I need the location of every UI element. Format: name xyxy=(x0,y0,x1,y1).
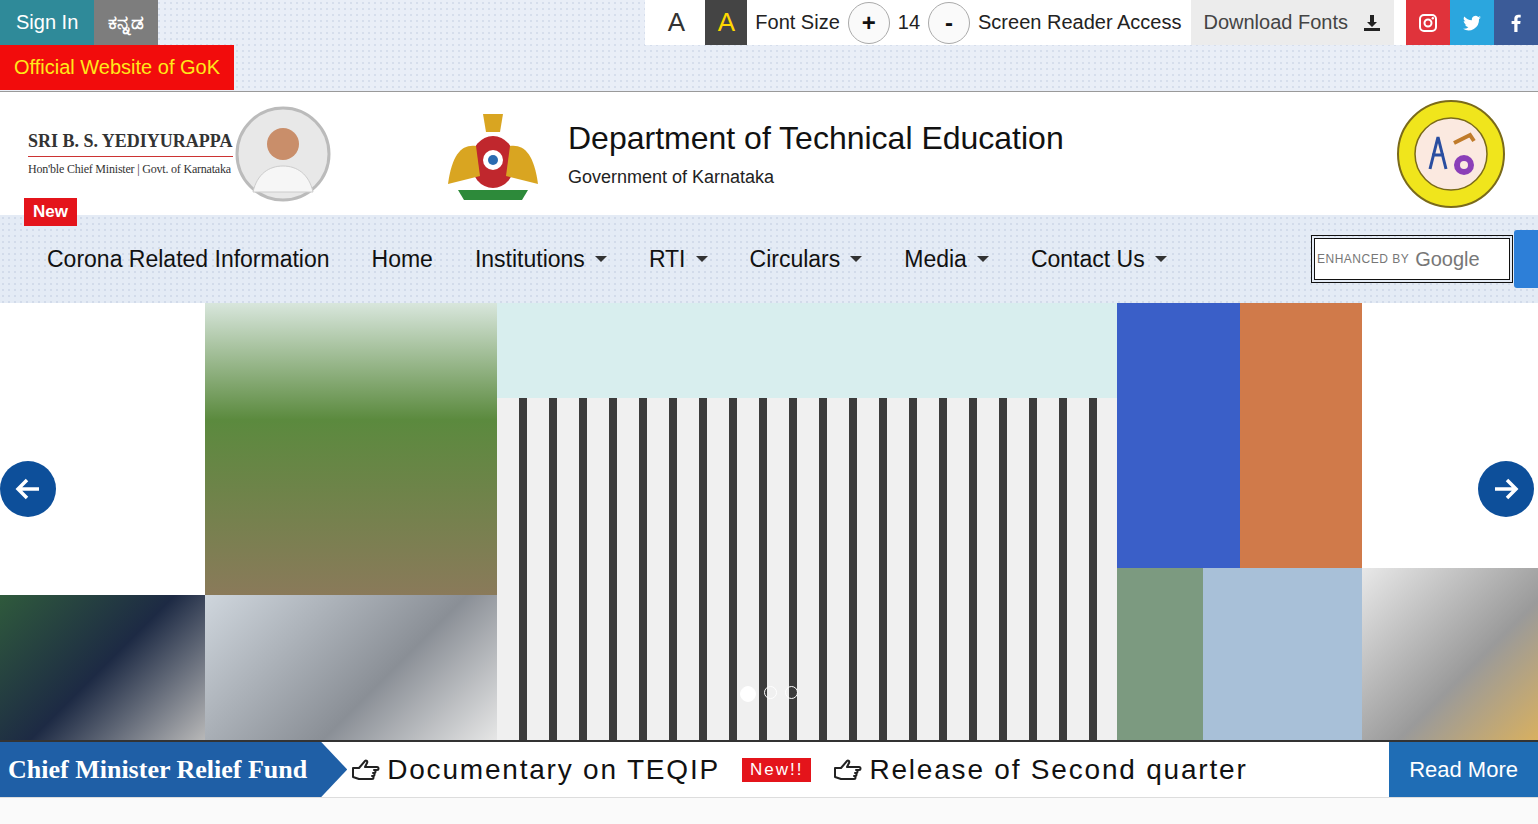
site-header: SRI B. S. YEDIYURAPPAHon'ble Chief Minis… xyxy=(0,92,1538,215)
instagram-icon xyxy=(1418,13,1438,33)
next-slide-button[interactable] xyxy=(1478,461,1534,517)
font-size-value: 14 xyxy=(898,11,920,34)
slide-dots xyxy=(0,686,1538,702)
download-icon xyxy=(1362,13,1382,33)
font-size-label: Font Size xyxy=(755,11,839,34)
search-input[interactable]: ENHANCED BYGoogle xyxy=(1314,238,1510,280)
search-button[interactable] xyxy=(1514,230,1538,288)
facebook-icon xyxy=(1506,13,1526,33)
cm-title: Hon'ble Chief Minister | Govt. of Karnat… xyxy=(28,157,233,177)
arrow-left-icon xyxy=(13,474,43,504)
previous-slide-button[interactable] xyxy=(0,461,56,517)
nav-item[interactable]: Contact Us xyxy=(1031,246,1167,273)
ticker-label[interactable]: Chief Minister Relief Fund xyxy=(0,742,347,797)
search-box: ENHANCED BYGoogle xyxy=(1314,230,1538,288)
instagram-link[interactable] xyxy=(1406,0,1450,45)
caret-icon xyxy=(977,256,989,262)
download-fonts-link[interactable]: Download Fonts xyxy=(1191,0,1394,45)
dte-logo-icon xyxy=(1396,99,1506,209)
cm-name: SRI B. S. YEDIYURAPPA xyxy=(28,131,233,157)
ticker-link[interactable]: Release of Second quarter xyxy=(833,754,1247,786)
font-decrease-button[interactable]: - xyxy=(928,2,970,44)
sign-in-button[interactable]: Sign In xyxy=(0,0,94,45)
facebook-link[interactable] xyxy=(1494,0,1538,45)
nav-item[interactable]: Institutions xyxy=(475,246,607,273)
new-badge: New!! xyxy=(742,758,811,782)
top-left: Sign Inಕನ್ನಡOfficial Website of GoK xyxy=(0,0,234,91)
karnataka-emblem-icon xyxy=(438,104,548,204)
department-title: Department of Technical Education xyxy=(568,120,1064,157)
page-bottom xyxy=(0,797,1538,824)
nav-item[interactable]: Media xyxy=(904,246,989,273)
screen-reader-link[interactable]: Screen Reader Access xyxy=(978,11,1183,34)
slide-dot[interactable] xyxy=(764,686,777,699)
caret-icon xyxy=(595,256,607,262)
slide-dot[interactable] xyxy=(740,686,756,702)
nav-item[interactable]: RTI xyxy=(649,246,708,273)
caret-icon xyxy=(696,256,708,262)
pointing-hand-icon xyxy=(833,758,863,782)
twitter-icon xyxy=(1462,13,1482,33)
caret-icon xyxy=(850,256,862,262)
nav-item[interactable]: Circulars xyxy=(750,246,863,273)
nav-item[interactable]: Home xyxy=(372,246,433,273)
department-brand[interactable]: Department of Technical Education Governm… xyxy=(438,104,1396,204)
nav-item[interactable]: NewCorona Related Information xyxy=(47,246,330,273)
font-increase-button[interactable]: + xyxy=(848,2,890,44)
pointing-hand-icon xyxy=(351,758,381,782)
accessibility-toolbar: AA Font Size +14-Screen Reader Access Downl… xyxy=(645,0,1538,45)
cm-photo-icon xyxy=(235,106,331,202)
arrow-right-icon xyxy=(1491,474,1521,504)
banner-photo xyxy=(0,303,1538,740)
contrast-button[interactable]: A xyxy=(655,0,697,45)
official-website-label[interactable]: Official Website of GoK xyxy=(0,45,234,90)
contrast-button[interactable]: A xyxy=(705,0,747,45)
banner-carousel xyxy=(0,303,1538,740)
caret-icon xyxy=(1155,256,1167,262)
top-bar: Sign Inಕನ್ನಡOfficial Website of GoK AA Fon… xyxy=(0,0,1538,92)
new-badge: New xyxy=(24,198,77,226)
page: Sign Inಕನ್ನಡOfficial Website of GoK AA Fon… xyxy=(0,0,1538,824)
ticker-link[interactable]: Documentary on TEQIP xyxy=(351,754,720,786)
news-ticker: Chief Minister Relief FundDocumentary on… xyxy=(0,740,1538,797)
twitter-link[interactable] xyxy=(1450,0,1494,45)
slide-dot[interactable] xyxy=(785,686,798,699)
read-more-button[interactable]: Read More xyxy=(1389,742,1538,797)
language-button[interactable]: ಕನ್ನಡ xyxy=(94,0,158,45)
chief-minister-block: SRI B. S. YEDIYURAPPAHon'ble Chief Minis… xyxy=(28,106,438,202)
main-nav: NewCorona Related Information Home Institu… xyxy=(0,215,1538,303)
department-subtitle: Government of Karnataka xyxy=(568,167,1064,188)
